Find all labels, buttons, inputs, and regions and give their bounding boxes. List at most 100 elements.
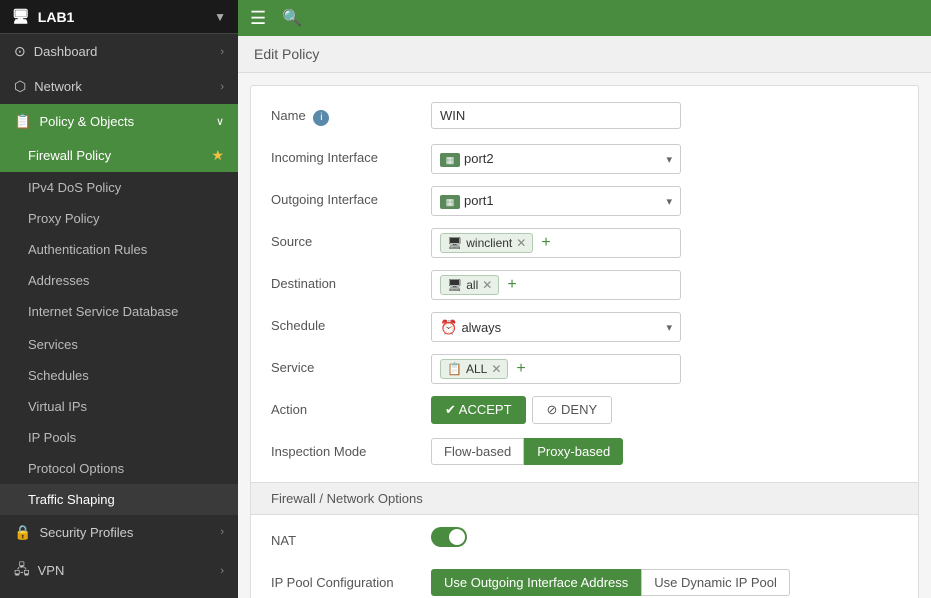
source-tag-label: winclient — [466, 236, 512, 250]
nat-toggle[interactable] — [431, 527, 467, 547]
action-row: Action ✔ ACCEPT ⊘ DENY — [271, 396, 898, 428]
flow-based-button[interactable]: Flow-based — [431, 438, 524, 465]
sidebar-brand-label: LAB1 — [38, 9, 75, 25]
sidebar-item-traffic-shaping[interactable]: Traffic Shaping — [0, 484, 238, 515]
main-content: ☰ 🔍 Edit Policy Name i Incoming Interfac… — [238, 0, 931, 598]
sidebar-item-dashboard[interactable]: ⊙ Dashboard › — [0, 34, 238, 69]
sidebar-item-label: Firewall Policy — [28, 148, 111, 163]
nat-label: NAT — [271, 527, 431, 548]
sidebar-item-proxy-policy[interactable]: Proxy Policy — [0, 203, 238, 234]
destination-tag-remove[interactable]: ✕ — [482, 278, 492, 292]
action-label: Action — [271, 396, 431, 417]
sidebar-item-auth-rules[interactable]: Authentication Rules — [0, 234, 238, 265]
sidebar-item-network[interactable]: ⬡ Network › — [0, 69, 238, 104]
sidebar-item-ipv4-dos[interactable]: IPv4 DoS Policy — [0, 172, 238, 203]
service-add-button[interactable]: + — [516, 360, 525, 378]
sidebar-item-virtual-ips[interactable]: Virtual IPs — [0, 391, 238, 422]
ip-pool-buttons: Use Outgoing Interface Address Use Dynam… — [431, 569, 898, 596]
accept-button[interactable]: ✔ ACCEPT — [431, 396, 526, 424]
schedule-select[interactable]: ⏰always ▾ — [431, 312, 681, 342]
destination-label: Destination — [271, 270, 431, 291]
deny-button[interactable]: ⊘ DENY — [532, 396, 613, 424]
inspection-mode-row: Inspection Mode Flow-based Proxy-based — [271, 438, 898, 470]
sidebar-item-label: Schedules — [28, 368, 89, 383]
sidebar-collapse-arrow[interactable]: ▼ — [214, 10, 226, 24]
use-dynamic-ip-pool-button[interactable]: Use Dynamic IP Pool — [641, 569, 790, 596]
service-tag-container[interactable]: 📋 ALL ✕ + — [431, 354, 681, 384]
source-tag-remove[interactable]: ✕ — [516, 236, 526, 250]
sidebar-item-firewall-policy[interactable]: Firewall Policy ★ — [0, 139, 238, 172]
top-bar: ☰ 🔍 — [238, 0, 931, 36]
source-tag-winclient: 🖥 winclient ✕ — [440, 233, 533, 253]
source-tag-icon: 🖥 — [447, 236, 462, 250]
outgoing-interface-label: Outgoing Interface — [271, 186, 431, 207]
nat-row: NAT — [271, 527, 898, 559]
source-add-button[interactable]: + — [541, 234, 550, 252]
sidebar-item-vpn[interactable]: 🖧 VPN › — [0, 550, 238, 592]
outgoing-interface-row: Outgoing Interface ▦ port1 ▾ — [271, 186, 898, 218]
source-row: Source 🖥 winclient ✕ + — [271, 228, 898, 260]
dashboard-icon: ⊙ — [14, 43, 26, 60]
chevron-down-icon: ▾ — [666, 321, 672, 334]
source-tag-container[interactable]: 🖥 winclient ✕ + — [431, 228, 681, 258]
name-info-icon[interactable]: i — [313, 110, 329, 126]
proxy-based-button[interactable]: Proxy-based — [524, 438, 623, 465]
schedule-value: always — [461, 320, 501, 335]
incoming-interface-select[interactable]: ▦port2 ▾ — [431, 144, 681, 174]
outgoing-interface-select[interactable]: ▦ port1 ▾ — [431, 186, 681, 216]
chevron-right-icon: › — [220, 526, 224, 538]
schedule-row: Schedule ⏰always ▾ — [271, 312, 898, 344]
toggle-track[interactable] — [431, 527, 467, 547]
service-label: Service — [271, 354, 431, 375]
inspection-mode-label: Inspection Mode — [271, 438, 431, 459]
sidebar-header[interactable]: 🖥 LAB1 ▼ — [0, 0, 238, 34]
interface-icon: ▦ — [440, 195, 460, 209]
sidebar-item-policy-objects[interactable]: 📋 Policy & Objects ∨ — [0, 104, 238, 139]
sidebar-item-label: VPN — [38, 563, 65, 578]
sidebar-item-services[interactable]: Services — [0, 329, 238, 360]
edit-policy-form: Name i Incoming Interface ▦port2 ▾ Outgo… — [250, 85, 919, 598]
sidebar-item-security-profiles[interactable]: 🔒 Security Profiles › — [0, 515, 238, 550]
use-outgoing-interface-button[interactable]: Use Outgoing Interface Address — [431, 569, 641, 596]
sidebar-item-label: Services — [28, 337, 78, 352]
search-icon[interactable]: 🔍 — [282, 8, 302, 28]
sidebar-item-addresses[interactable]: Addresses — [0, 265, 238, 296]
name-input[interactable] — [431, 102, 681, 129]
chevron-down-icon: ∨ — [216, 115, 224, 128]
incoming-interface-label: Incoming Interface — [271, 144, 431, 165]
ip-pool-config-label: IP Pool Configuration — [271, 569, 431, 590]
destination-add-button[interactable]: + — [507, 276, 516, 294]
outgoing-interface-value: port1 — [464, 193, 494, 208]
sidebar-item-label: Internet Service Database — [28, 304, 178, 321]
service-tag-remove[interactable]: ✕ — [491, 362, 501, 376]
hamburger-icon[interactable]: ☰ — [250, 8, 266, 29]
chevron-right-icon: › — [220, 565, 224, 577]
destination-row: Destination 🖥 all ✕ + — [271, 270, 898, 302]
sidebar-item-internet-service-db[interactable]: Internet Service Database — [0, 296, 238, 329]
sidebar-item-label: IP Pools — [28, 430, 76, 445]
sidebar-item-label: Authentication Rules — [28, 242, 147, 257]
security-icon: 🔒 — [14, 524, 31, 541]
sidebar-item-label: Security Profiles — [39, 525, 133, 540]
chevron-down-icon: ▾ — [666, 195, 672, 208]
destination-tag-container[interactable]: 🖥 all ✕ + — [431, 270, 681, 300]
ip-pool-config-row: IP Pool Configuration Use Outgoing Inter… — [271, 569, 898, 598]
star-icon: ★ — [211, 147, 224, 164]
firewall-network-section: Firewall / Network Options — [251, 482, 918, 515]
sidebar-item-protocol-options[interactable]: Protocol Options — [0, 453, 238, 484]
sidebar-item-ip-pools[interactable]: IP Pools — [0, 422, 238, 453]
sidebar-brand-icon: 🖥 — [12, 8, 30, 25]
sidebar-item-user-auth[interactable]: 👤 User & Authentication › — [0, 592, 238, 598]
toggle-thumb — [449, 529, 465, 545]
sidebar-item-schedules[interactable]: Schedules — [0, 360, 238, 391]
sidebar-item-label: Policy & Objects — [39, 114, 134, 129]
dest-tag-icon: 🖥 — [447, 278, 462, 292]
name-row: Name i — [271, 102, 898, 134]
source-label: Source — [271, 228, 431, 249]
sidebar-item-label: Addresses — [28, 273, 89, 288]
interface-icon: ▦ — [440, 153, 460, 167]
vpn-icon: 🖧 — [14, 559, 30, 583]
sidebar-item-label: Virtual IPs — [28, 399, 87, 414]
sidebar-item-label: Proxy Policy — [28, 211, 100, 226]
sidebar-brand: 🖥 LAB1 — [12, 8, 74, 25]
